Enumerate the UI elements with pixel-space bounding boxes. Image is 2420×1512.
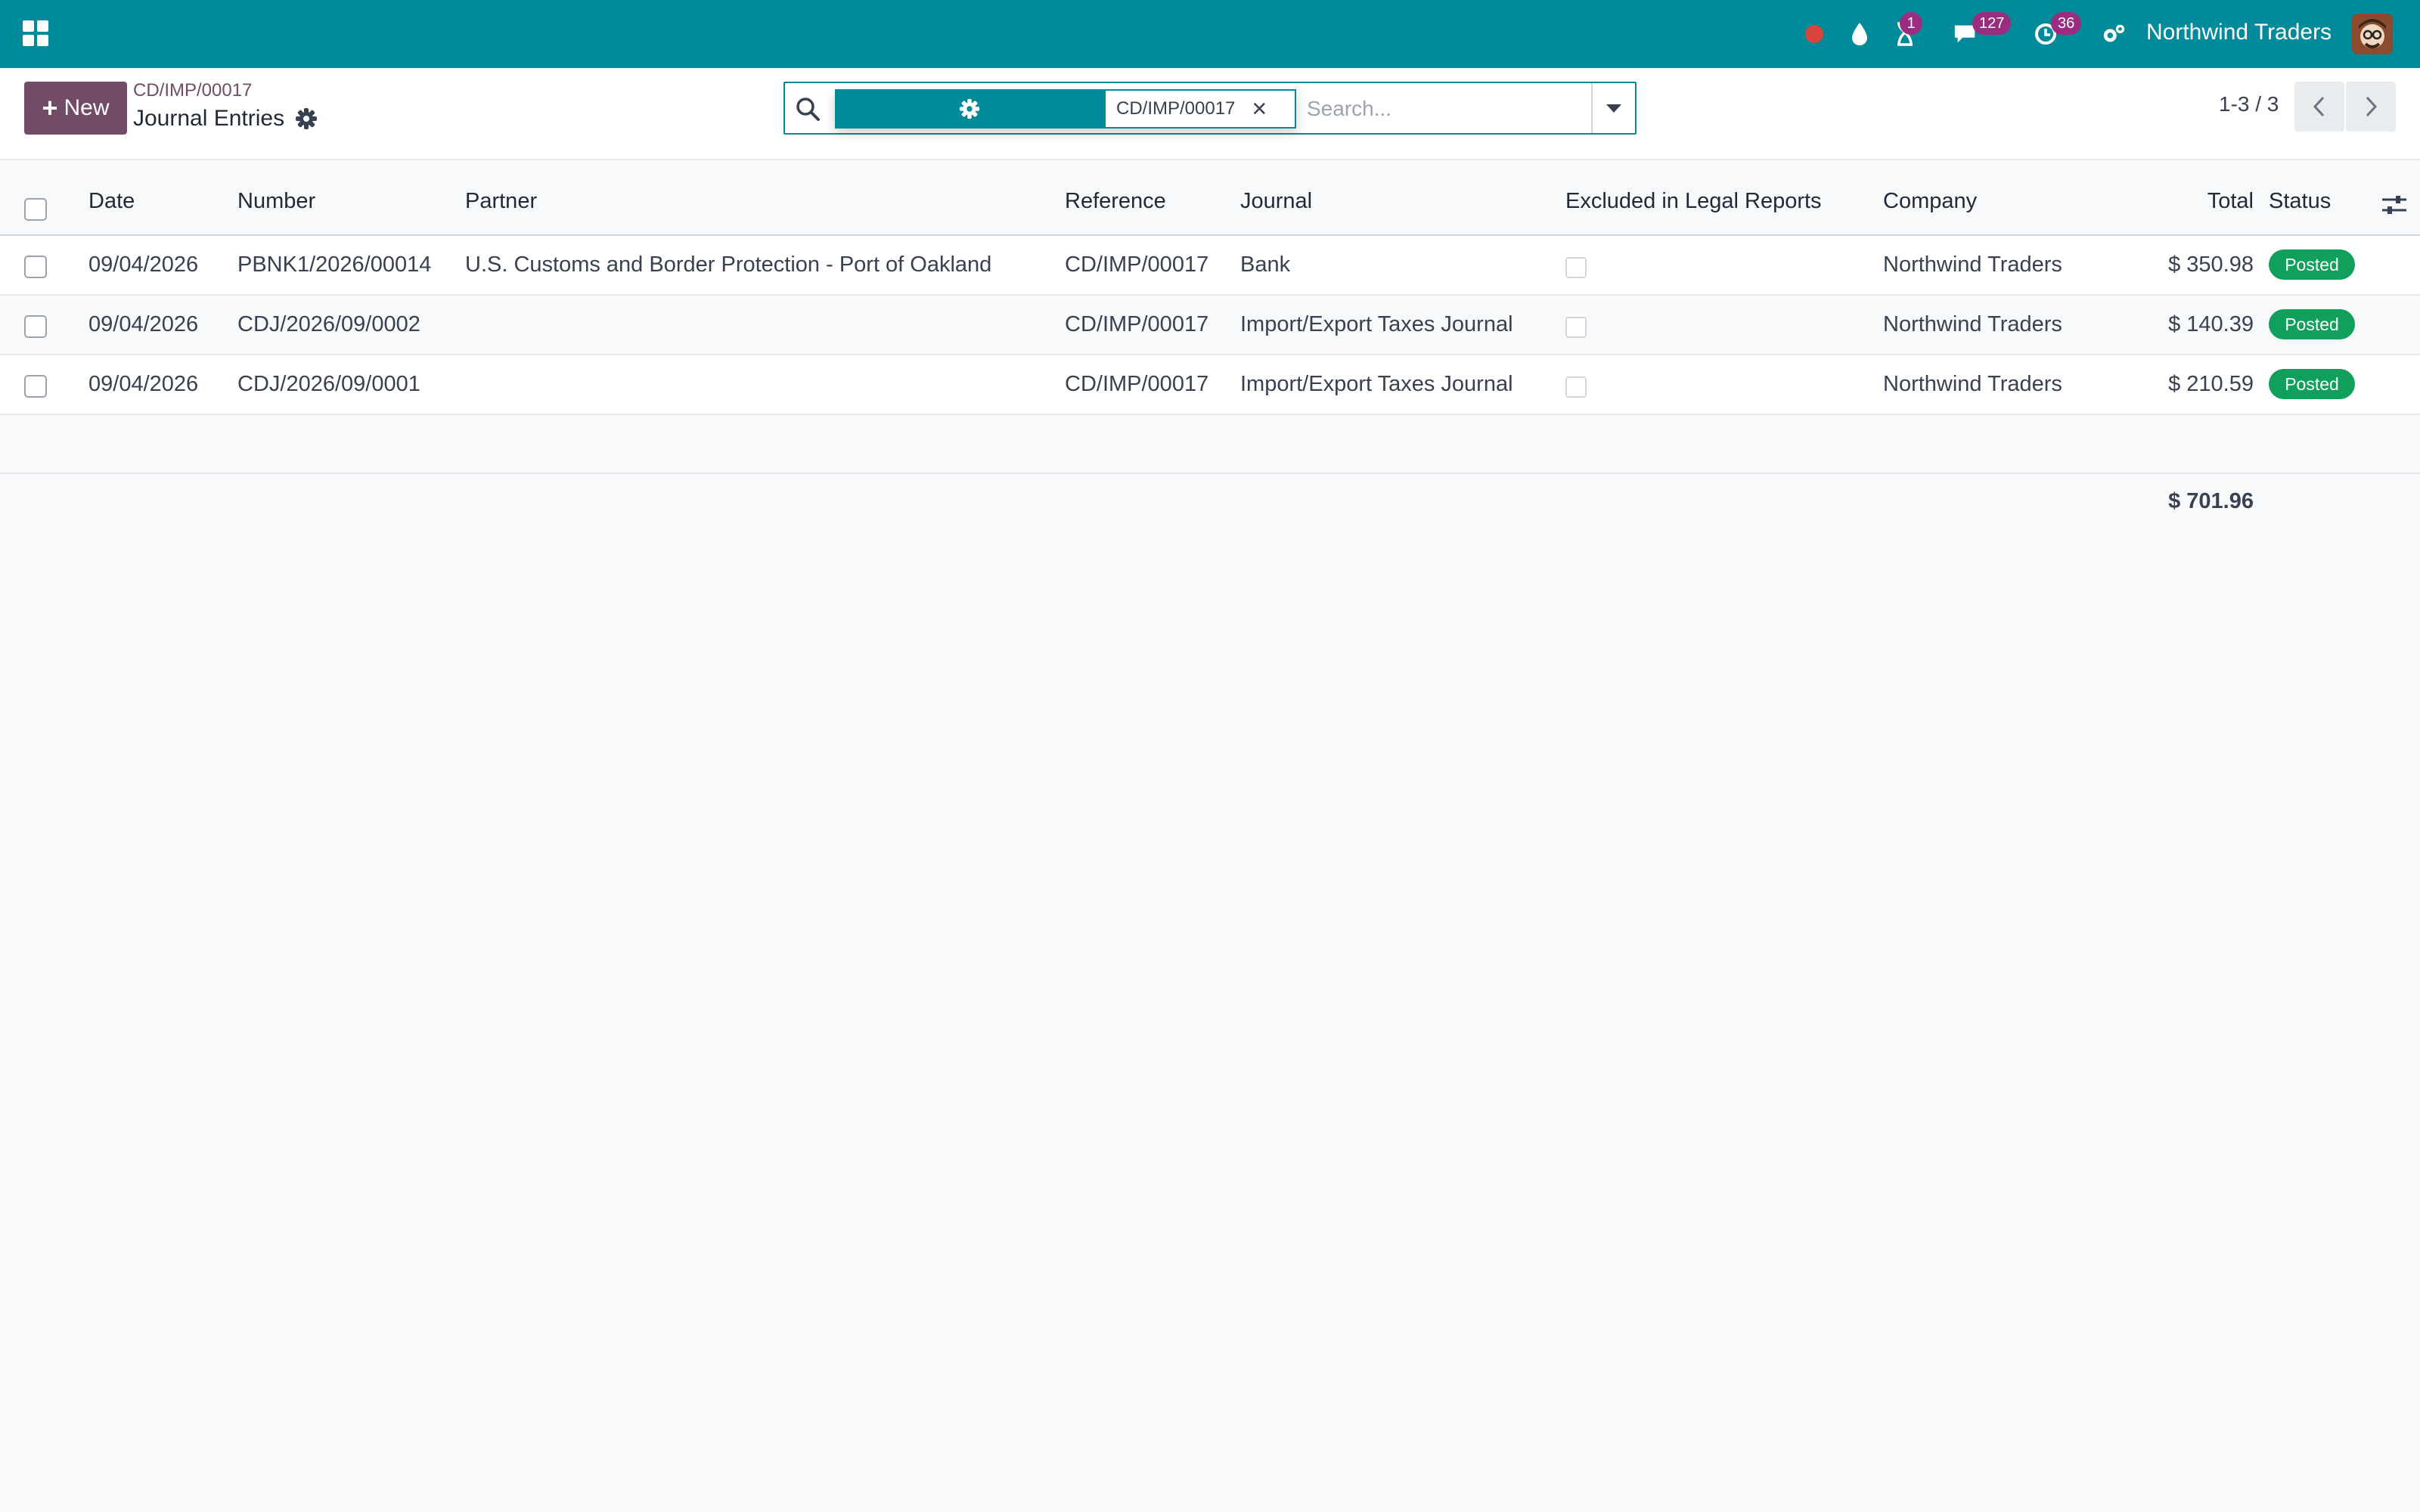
optional-columns-toggle-icon[interactable] xyxy=(2381,194,2408,216)
column-header-partner[interactable]: Partner xyxy=(465,189,537,214)
journal-entries-list: Date Number Partner Reference Journal Ex… xyxy=(0,160,2420,534)
cell-total: $ 350.98 xyxy=(2168,253,2254,277)
clock-count-badge: 36 xyxy=(2051,12,2082,35)
row-checkbox[interactable] xyxy=(24,256,47,278)
company-switcher[interactable]: Northwind Traders xyxy=(2146,20,2332,45)
column-header-number[interactable]: Number xyxy=(237,189,315,214)
column-header-reference[interactable]: Reference xyxy=(1065,189,1166,214)
facet-remove-icon[interactable]: × xyxy=(1252,96,1267,122)
cell-journal: Bank xyxy=(1240,253,1291,277)
cell-number: PBNK1/2026/00014 xyxy=(237,253,432,277)
table-row[interactable]: 09/04/2026 CDJ/2026/09/0001 CD/IMP/00017… xyxy=(0,355,2420,415)
cell-excluded-checkbox xyxy=(1565,317,1587,338)
cell-date: 09/04/2026 xyxy=(88,253,199,277)
cell-journal: Import/Export Taxes Journal xyxy=(1240,312,1513,336)
cell-date: 09/04/2026 xyxy=(88,372,199,396)
column-header-date[interactable]: Date xyxy=(88,189,135,214)
sum-total: $ 701.96 xyxy=(2168,489,2254,513)
table-footer: $ 701.96 xyxy=(0,474,2420,534)
cell-date: 09/04/2026 xyxy=(88,312,199,336)
cell-number: CDJ/2026/09/0001 xyxy=(237,372,420,396)
cell-company: Northwind Traders xyxy=(1883,372,2062,396)
cell-company: Northwind Traders xyxy=(1883,253,2062,277)
new-button-label: New xyxy=(64,95,110,120)
cell-journal: Import/Export Taxes Journal xyxy=(1240,372,1513,396)
pager-previous-button[interactable] xyxy=(2294,82,2344,132)
facet-category xyxy=(835,89,1104,129)
droplet-icon[interactable] xyxy=(1847,21,1872,47)
search-options-toggle[interactable] xyxy=(1591,83,1635,133)
new-button[interactable]: + New xyxy=(24,82,127,135)
search-bar: CD/IMP/00017 × xyxy=(783,82,1637,135)
table-row[interactable]: 09/04/2026 CDJ/2026/09/0002 CD/IMP/00017… xyxy=(0,296,2420,355)
pager-next-button[interactable] xyxy=(2346,82,2396,132)
top-navbar: 1 127 36 Northwind Traders xyxy=(0,0,2420,68)
cell-excluded-checkbox xyxy=(1565,376,1587,398)
chevron-left-icon xyxy=(2313,96,2325,117)
chevron-right-icon xyxy=(2366,96,2378,117)
cell-partner: U.S. Customs and Border Protection - Por… xyxy=(465,253,992,277)
caret-down-icon xyxy=(1606,104,1621,113)
search-facet[interactable]: CD/IMP/00017 × xyxy=(835,89,1296,129)
messages-count-badge: 127 xyxy=(1972,12,2012,35)
status-badge: Posted xyxy=(2269,309,2355,339)
facet-value: CD/IMP/00017 × xyxy=(1104,89,1296,129)
page-title: Journal Entries xyxy=(133,106,285,131)
status-badge: Posted xyxy=(2269,369,2355,399)
column-header-company[interactable]: Company xyxy=(1883,189,1977,214)
plus-icon: + xyxy=(42,92,58,123)
column-header-status[interactable]: Status xyxy=(2269,189,2331,214)
table-row[interactable]: 09/04/2026 PBNK1/2026/00014 U.S. Customs… xyxy=(0,236,2420,296)
cell-reference: CD/IMP/00017 xyxy=(1065,372,1209,396)
cell-total: $ 210.59 xyxy=(2168,372,2254,396)
facet-value-text: CD/IMP/00017 xyxy=(1116,98,1236,119)
select-all-checkbox[interactable] xyxy=(24,198,47,221)
column-header-total[interactable]: Total xyxy=(2102,189,2254,214)
search-input[interactable] xyxy=(1307,89,1594,129)
cell-reference: CD/IMP/00017 xyxy=(1065,312,1209,336)
cell-number: CDJ/2026/09/0002 xyxy=(237,312,420,336)
breadcrumb-parent-link[interactable]: CD/IMP/00017 xyxy=(133,80,252,101)
user-avatar[interactable] xyxy=(2352,14,2393,54)
settings-cogs-icon[interactable] xyxy=(2101,21,2127,47)
cell-total: $ 140.39 xyxy=(2168,312,2254,336)
empty-row xyxy=(0,415,2420,474)
cell-excluded-checkbox xyxy=(1565,257,1587,278)
gear-icon[interactable] xyxy=(295,107,318,130)
status-badge: Posted xyxy=(2269,249,2355,280)
cell-reference: CD/IMP/00017 xyxy=(1065,253,1209,277)
row-checkbox[interactable] xyxy=(24,375,47,398)
pager-value[interactable]: 1-3 / 3 xyxy=(2219,92,2279,116)
column-header-excluded[interactable]: Excluded in Legal Reports xyxy=(1565,189,1822,214)
row-checkbox[interactable] xyxy=(24,315,47,338)
facet-gear-icon xyxy=(959,98,980,119)
search-icon[interactable] xyxy=(794,95,821,122)
table-header: Date Number Partner Reference Journal Ex… xyxy=(0,160,2420,236)
control-panel: + New CD/IMP/00017 Journal Entries CD/IM… xyxy=(0,68,2420,160)
cell-company: Northwind Traders xyxy=(1883,312,2062,336)
apps-grid-icon[interactable] xyxy=(23,20,48,46)
record-dot-icon[interactable] xyxy=(1801,21,1827,47)
column-header-journal[interactable]: Journal xyxy=(1240,189,1312,214)
activity-count-badge: 1 xyxy=(1900,12,1922,35)
